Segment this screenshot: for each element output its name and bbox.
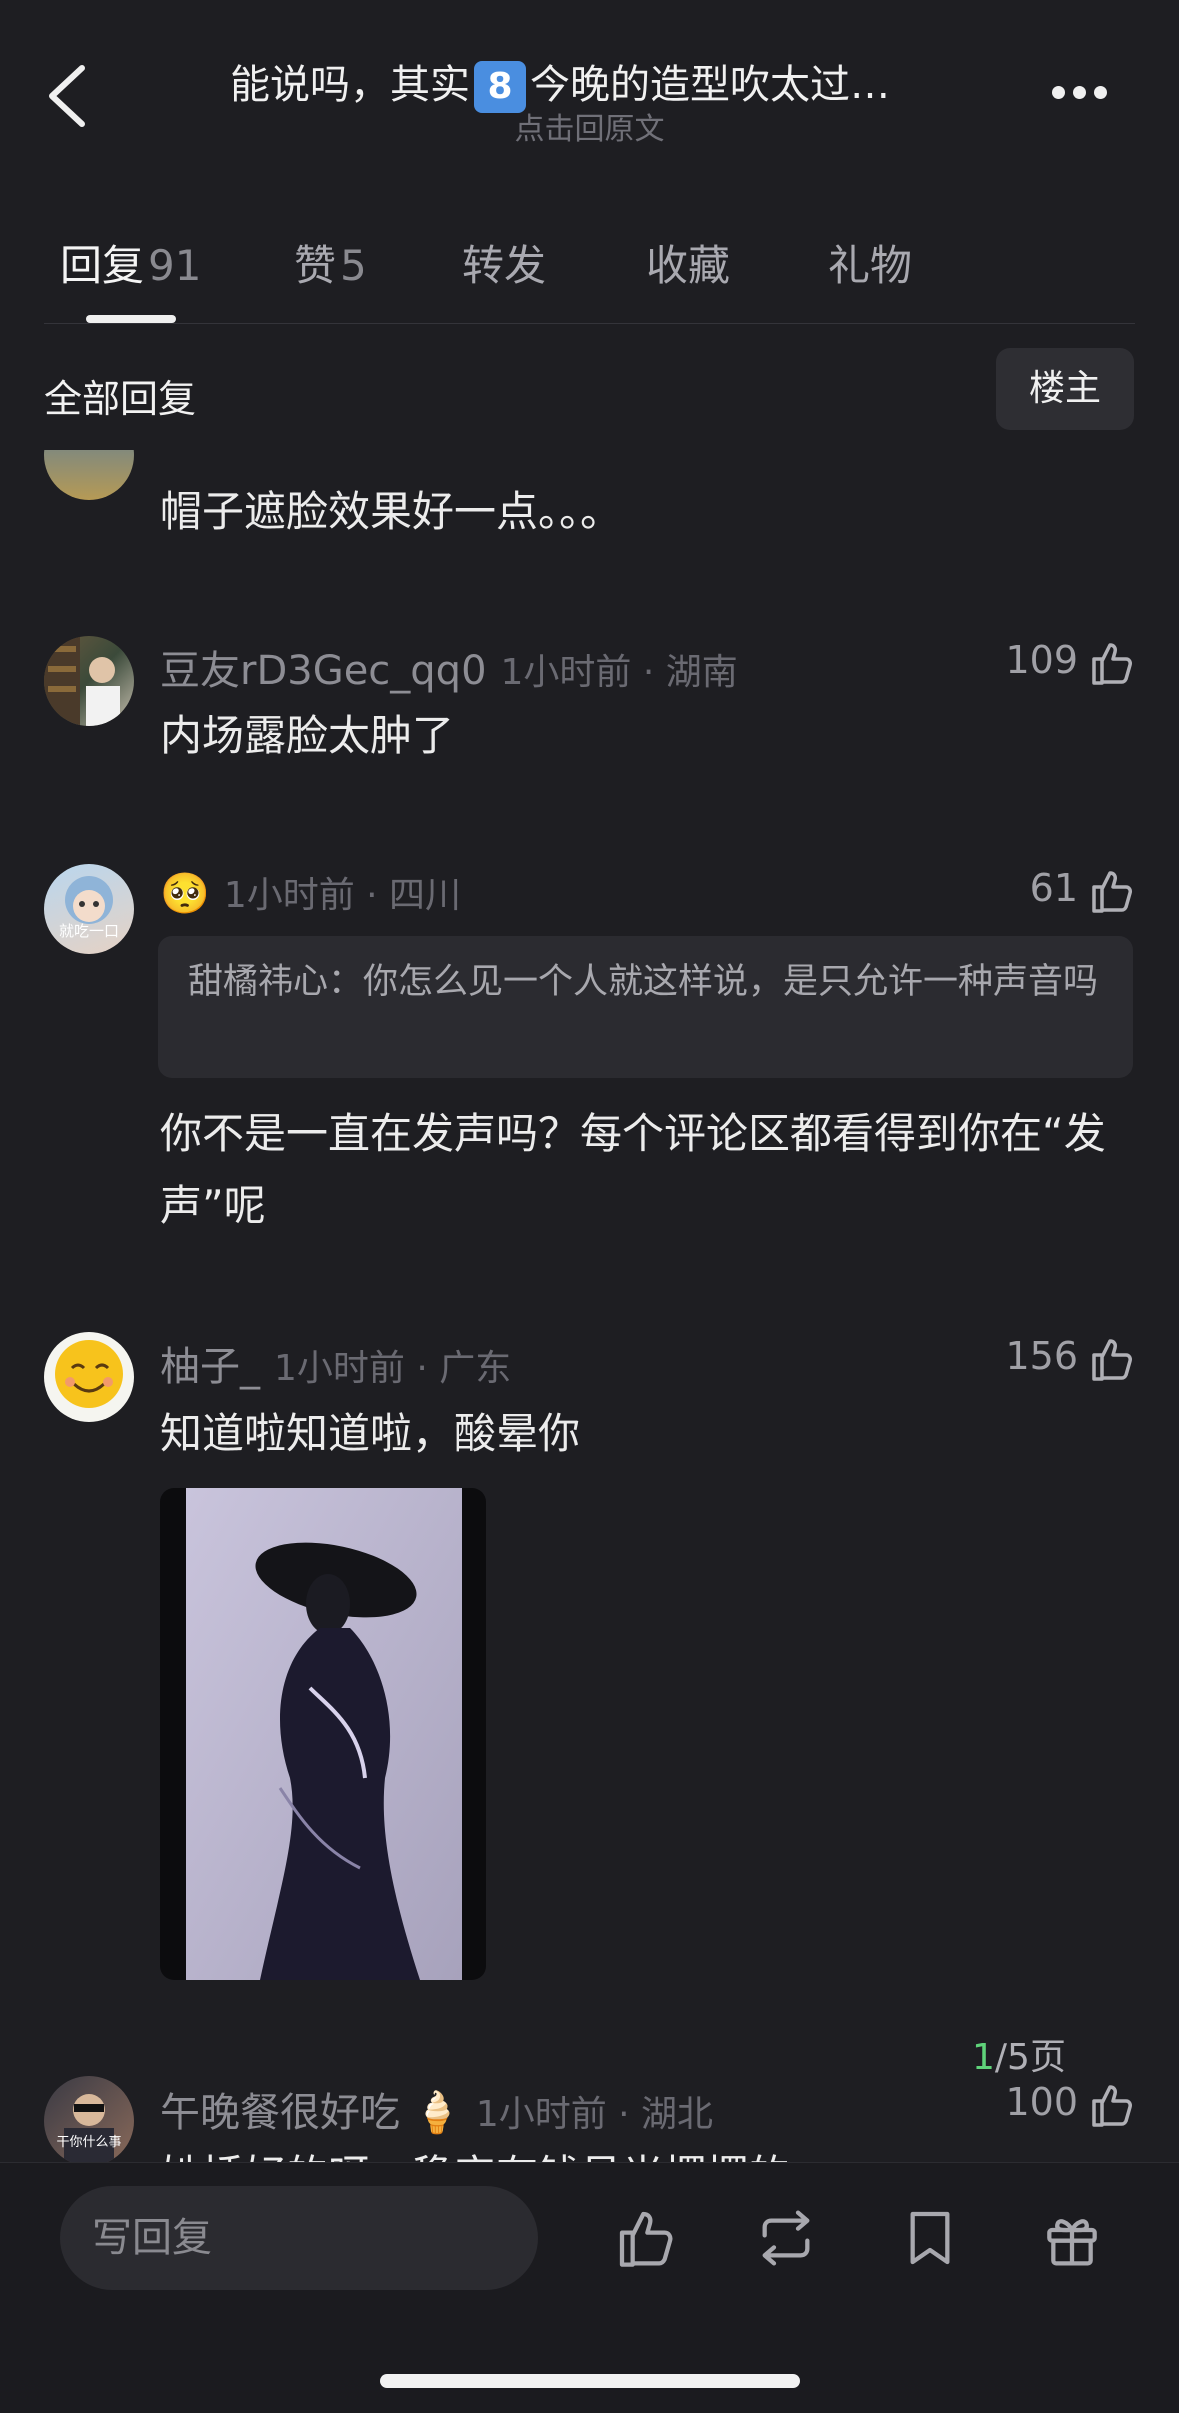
ice-cream-badge: 🍦 [412, 2090, 462, 2136]
username[interactable]: 午晚餐很好吃 [160, 2090, 400, 2136]
thumbs-up-icon [1092, 1338, 1132, 1381]
avatar[interactable] [44, 636, 134, 726]
like-count: 156 [1005, 1334, 1078, 1378]
thumbs-up-icon [1092, 642, 1132, 685]
thumbs-up-icon [1092, 2084, 1132, 2127]
username[interactable]: 豆友rD3Gec_qq0 [160, 648, 487, 694]
tab-likes[interactable]: 赞5 [294, 232, 367, 293]
like-count: 61 [1029, 866, 1078, 910]
comment-text: 知道啦知道啦，酸晕你 [160, 1409, 581, 1458]
more-options-icon[interactable] [1052, 84, 1122, 104]
comment-header: 柚子_ 1小时前 · 广东 [160, 1334, 511, 1392]
title-text-end: 今晚的造型吹太过… [530, 62, 890, 108]
tab-favorites[interactable]: 收藏 [646, 232, 730, 293]
bookmark-icon[interactable] [898, 2206, 962, 2270]
avatar[interactable]: 干你什么事 [44, 2076, 134, 2166]
thumbs-up-icon [1092, 870, 1132, 913]
tab-divider [44, 323, 1135, 324]
avatar[interactable] [44, 450, 134, 500]
reply-input[interactable]: 写回复 [60, 2186, 538, 2290]
avatar-caption: 就吃一口 [59, 922, 119, 940]
section-title: 全部回复 [44, 377, 197, 421]
tab-label: 礼物 [828, 241, 913, 290]
comment-meta: 1小时前 · 四川 [223, 875, 462, 916]
page-indicator[interactable]: 1/5页 [972, 2028, 1066, 2080]
repost-icon[interactable] [754, 2206, 818, 2270]
username-emoji[interactable]: 🥺 [160, 871, 210, 917]
total-pages: /5页 [994, 2037, 1066, 2078]
username[interactable]: 柚子_ [160, 1344, 260, 1390]
tab-label: 转发 [462, 241, 547, 290]
tab-gifts[interactable]: 礼物 [828, 232, 912, 293]
view-original-link[interactable]: 点击回原文 [0, 104, 1179, 148]
comment-header: 午晚餐很好吃 🍦 1小时前 · 湖北 [160, 2080, 713, 2138]
like-count: 100 [1005, 2080, 1078, 2124]
comment-text: 你不是一直在发声吗？每个评论区都看得到你在“发声”呢 [160, 1109, 1106, 1230]
tab-reposts[interactable]: 转发 [462, 232, 546, 293]
thumbs-up-icon[interactable] [614, 2206, 678, 2270]
avatar[interactable] [44, 1332, 134, 1422]
like-button[interactable]: 109 [940, 638, 1136, 687]
title-text-start: 能说吗，其实 [230, 62, 470, 108]
tab-label: 回复 [60, 241, 145, 290]
comment-header: 🥺 1小时前 · 四川 [160, 866, 461, 918]
comment-text: 内场露脸太肿了 [160, 711, 455, 760]
tab-count: 91 [148, 241, 202, 290]
original-poster-filter-button[interactable]: 楼主 [996, 348, 1134, 430]
comment-meta: 1小时前 · 广东 [274, 1348, 512, 1389]
comment-meta: 1小时前 · 湖南 [500, 652, 738, 693]
comment-meta: 1小时前 · 湖北 [475, 2094, 714, 2135]
like-count: 109 [1005, 638, 1078, 682]
like-button[interactable]: 100 [940, 2080, 1136, 2129]
comment-image[interactable] [160, 1488, 486, 1980]
quoted-reply[interactable]: 甜橘祎心：你怎么见一个人就这样说，是只允许一种声音吗 [158, 936, 1133, 1078]
avatar-caption: 干你什么事 [56, 2135, 121, 2150]
comment-text: 帽子遮脸效果好一点。。。 [160, 487, 623, 536]
tab-replies[interactable]: 回复91 [60, 232, 201, 293]
tab-label: 赞 [294, 241, 337, 290]
like-button[interactable]: 156 [940, 1334, 1136, 1383]
gift-icon[interactable] [1040, 2206, 1104, 2270]
home-indicator [380, 2374, 800, 2388]
like-button[interactable]: 61 [940, 866, 1136, 915]
tab-label: 收藏 [646, 241, 731, 290]
tab-count: 5 [340, 241, 367, 290]
avatar[interactable]: 就吃一口 [44, 864, 134, 954]
active-tab-indicator [86, 315, 176, 323]
current-page: 1 [972, 2037, 995, 2078]
comment-header: 豆友rD3Gec_qq0 1小时前 · 湖南 [160, 638, 738, 696]
